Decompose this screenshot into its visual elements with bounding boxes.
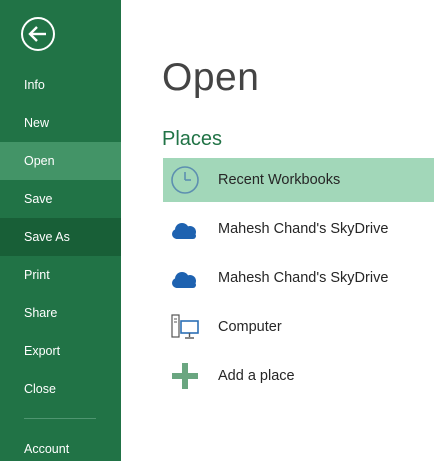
nav-item-share[interactable]: Share xyxy=(0,294,121,332)
place-recent-workbooks[interactable]: Recent Workbooks xyxy=(163,158,434,202)
nav-item-info[interactable]: Info xyxy=(0,66,121,104)
clock-icon xyxy=(171,166,199,194)
place-skydrive-1[interactable]: Mahesh Chand's SkyDrive xyxy=(163,207,434,251)
place-label: Mahesh Chand's SkyDrive xyxy=(218,221,389,237)
nav-item-print[interactable]: Print xyxy=(0,256,121,294)
place-label: Add a place xyxy=(218,368,295,384)
nav-item-close[interactable]: Close xyxy=(0,370,121,408)
plus-icon xyxy=(172,363,198,389)
page-title: Open xyxy=(162,56,260,99)
nav-divider xyxy=(24,418,96,419)
place-label: Computer xyxy=(218,319,282,335)
computer-icon xyxy=(171,314,199,339)
back-button[interactable] xyxy=(20,16,56,52)
cloud-icon xyxy=(172,272,196,288)
nav-item-open[interactable]: Open xyxy=(0,142,121,180)
nav-item-export[interactable]: Export xyxy=(0,332,121,370)
nav-item-save[interactable]: Save xyxy=(0,180,121,218)
place-label: Recent Workbooks xyxy=(218,172,341,188)
place-add-a-place[interactable]: Add a place xyxy=(163,354,434,398)
place-computer[interactable]: Computer xyxy=(163,305,434,349)
place-label: Mahesh Chand's SkyDrive xyxy=(218,270,389,286)
back-arrow-icon xyxy=(21,17,55,51)
nav-item-new[interactable]: New xyxy=(0,104,121,142)
place-skydrive-2[interactable]: Mahesh Chand's SkyDrive xyxy=(163,256,434,300)
cloud-icon xyxy=(172,223,196,239)
backstage-sidebar: Info New Open Save Save As Print Share E… xyxy=(0,0,121,461)
section-title-places: Places xyxy=(162,128,223,150)
nav-item-save-as[interactable]: Save As xyxy=(0,218,121,256)
nav-item-account[interactable]: Account xyxy=(0,430,121,468)
main-panel: Open Places Recent Workbooks Mahesh Chan… xyxy=(121,0,434,461)
